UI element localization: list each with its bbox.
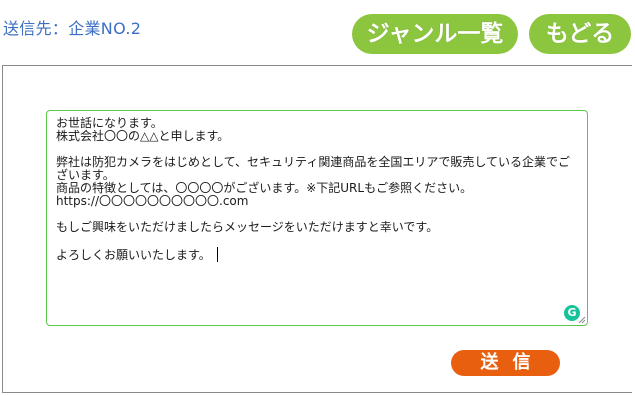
message-line-last: よろしくお願いいたします。	[56, 247, 578, 262]
message-line	[56, 234, 578, 247]
message-line-text: よろしくお願いいたします。	[56, 248, 211, 262]
message-line: 弊社は防犯カメラをはじめとして、セキュリティ関連商品を全国エリアで販売している企…	[56, 155, 570, 169]
genre-list-button[interactable]: ジャンル一覧	[352, 14, 518, 54]
text-cursor	[216, 247, 218, 262]
message-textarea[interactable]: お世話になります。 株式会社〇〇の△△と申します。 弊社は防犯カメラをはじめとし…	[46, 110, 588, 326]
recipient-label: 送信先：企業NO.2	[3, 19, 142, 38]
resize-handle-icon[interactable]	[577, 315, 586, 324]
back-button[interactable]: もどる	[529, 14, 631, 54]
message-line: 株式会社〇〇の△△と申します。	[56, 129, 230, 143]
send-button[interactable]: 送信	[451, 350, 560, 376]
message-line: もしご興味をいただけましたらメッセージをいただけますと幸いです。	[56, 220, 439, 234]
message-line: https://〇〇〇〇〇〇〇〇〇〇.com	[56, 194, 249, 208]
